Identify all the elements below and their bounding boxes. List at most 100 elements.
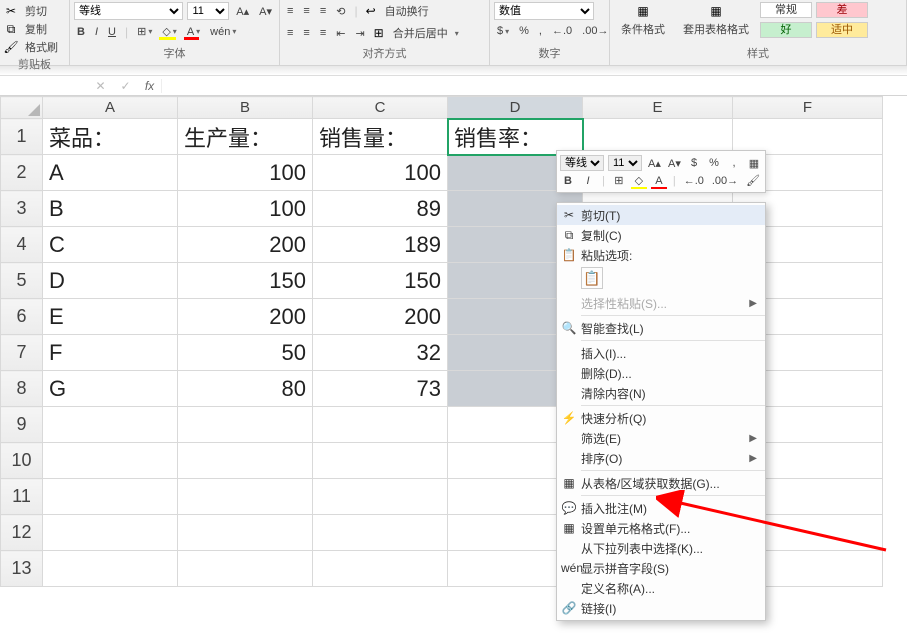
row-header-1[interactable]: 1 — [1, 119, 43, 155]
mini-font-color[interactable]: A — [651, 174, 667, 188]
row-header-11[interactable]: 11 — [1, 479, 43, 515]
mini-percent[interactable]: % — [706, 156, 722, 170]
cell-A7[interactable]: F — [43, 335, 178, 371]
cell-A13[interactable] — [43, 551, 178, 587]
cell-B2[interactable]: 100 — [178, 155, 313, 191]
font-size-select[interactable]: 11 — [187, 2, 229, 20]
col-header-D[interactable]: D — [448, 97, 583, 119]
paste-option-default[interactable]: 📋 — [581, 267, 603, 289]
select-all-corner[interactable] — [1, 97, 43, 119]
col-header-A[interactable]: A — [43, 97, 178, 119]
align-bottom-button[interactable]: ≡ — [317, 4, 329, 18]
row-header-6[interactable]: 6 — [1, 299, 43, 335]
font-name-select[interactable]: 等线 — [74, 2, 183, 20]
ctx-delete[interactable]: 删除(D)... — [557, 363, 765, 383]
cell-C6[interactable]: 200 — [313, 299, 448, 335]
row-header-13[interactable]: 13 — [1, 551, 43, 587]
table-format-button[interactable]: 套用表格格式 — [680, 20, 752, 38]
row-header-10[interactable]: 10 — [1, 443, 43, 479]
row-header-4[interactable]: 4 — [1, 227, 43, 263]
cell-B11[interactable] — [178, 479, 313, 515]
align-center-button[interactable]: ≡ — [300, 26, 312, 40]
ctx-filter[interactable]: 筛选(E)▶ — [557, 428, 765, 448]
cell-A8[interactable]: G — [43, 371, 178, 407]
ctx-copy[interactable]: ⧉复制(C) — [557, 225, 765, 245]
cell-A12[interactable] — [43, 515, 178, 551]
fx-icon[interactable]: fx — [138, 79, 162, 93]
col-header-B[interactable]: B — [178, 97, 313, 119]
decrease-decimal-button[interactable]: .00→ — [579, 24, 611, 38]
mini-font-name[interactable]: 等线 — [560, 155, 604, 171]
cell-B9[interactable] — [178, 407, 313, 443]
increase-indent-button[interactable]: ⇥ — [352, 26, 367, 41]
cell-C5[interactable]: 150 — [313, 263, 448, 299]
cell-C12[interactable] — [313, 515, 448, 551]
phonetic-guide-button[interactable]: wén▾ — [207, 25, 239, 39]
mini-font-size[interactable]: 11 — [608, 155, 642, 171]
orientation-button[interactable]: ⟲ — [333, 4, 348, 19]
mini-fill-color[interactable]: ◇ — [631, 173, 647, 188]
cell-A4[interactable]: C — [43, 227, 178, 263]
increase-font-button[interactable]: A▴ — [233, 4, 252, 19]
cell-A11[interactable] — [43, 479, 178, 515]
ctx-get-data[interactable]: ▦从表格/区域获取数据(G)... — [557, 473, 765, 493]
cell-C7[interactable]: 32 — [313, 335, 448, 371]
cell-C1[interactable]: 销售量： — [313, 119, 448, 155]
ctx-phonetic[interactable]: wén显示拼音字段(S) — [557, 558, 765, 578]
mini-decrease-font[interactable]: A▾ — [666, 156, 682, 171]
mini-currency[interactable]: $ — [686, 156, 702, 170]
cell-B10[interactable] — [178, 443, 313, 479]
decrease-font-button[interactable]: A▾ — [256, 4, 275, 19]
cell-A3[interactable]: B — [43, 191, 178, 227]
cell-A10[interactable] — [43, 443, 178, 479]
ctx-sort[interactable]: 排序(O)▶ — [557, 448, 765, 468]
cell-B7[interactable]: 50 — [178, 335, 313, 371]
mini-borders[interactable]: ⊞ — [611, 173, 627, 188]
cell-B8[interactable]: 80 — [178, 371, 313, 407]
confirm-formula-icon[interactable]: ✓ — [120, 79, 130, 93]
mini-dialog-icon[interactable]: ▦ — [746, 156, 762, 171]
ctx-cut[interactable]: ✂剪切(T) — [557, 205, 765, 225]
cell-A5[interactable]: D — [43, 263, 178, 299]
cell-B6[interactable]: 200 — [178, 299, 313, 335]
row-header-12[interactable]: 12 — [1, 515, 43, 551]
cell-C4[interactable]: 189 — [313, 227, 448, 263]
cell-B1[interactable]: 生产量： — [178, 119, 313, 155]
decrease-indent-button[interactable]: ⇤ — [333, 26, 348, 41]
borders-button[interactable]: ⊞▾ — [134, 24, 155, 39]
cell-B5[interactable]: 150 — [178, 263, 313, 299]
cell-C10[interactable] — [313, 443, 448, 479]
cell-A6[interactable]: E — [43, 299, 178, 335]
ctx-format-cells[interactable]: ▦设置单元格格式(F)... — [557, 518, 765, 538]
mini-increase-font[interactable]: A▴ — [646, 156, 662, 171]
cancel-formula-icon[interactable]: ✕ — [95, 79, 105, 93]
format-painter-button[interactable]: 格式刷 — [22, 38, 61, 56]
row-header-5[interactable]: 5 — [1, 263, 43, 299]
italic-button[interactable]: I — [92, 25, 101, 39]
style-good[interactable]: 好 — [760, 22, 812, 38]
style-normal[interactable]: 常规 — [760, 2, 812, 18]
underline-button[interactable]: U — [105, 25, 119, 39]
cell-C13[interactable] — [313, 551, 448, 587]
ctx-pick-from-list[interactable]: 从下拉列表中选择(K)... — [557, 538, 765, 558]
ctx-insert[interactable]: 插入(I)... — [557, 343, 765, 363]
copy-button[interactable]: 复制 — [22, 20, 50, 38]
style-neutral[interactable]: 适中 — [816, 22, 868, 38]
cell-C8[interactable]: 73 — [313, 371, 448, 407]
align-right-button[interactable]: ≡ — [317, 26, 329, 40]
row-header-2[interactable]: 2 — [1, 155, 43, 191]
align-top-button[interactable]: ≡ — [284, 4, 296, 18]
cell-C3[interactable]: 89 — [313, 191, 448, 227]
increase-decimal-button[interactable]: ←.0 — [549, 24, 575, 38]
row-header-9[interactable]: 9 — [1, 407, 43, 443]
cell-C9[interactable] — [313, 407, 448, 443]
conditional-format-button[interactable]: 条件格式 — [618, 20, 668, 38]
cell-A1[interactable]: 菜品： — [43, 119, 178, 155]
row-header-3[interactable]: 3 — [1, 191, 43, 227]
col-header-F[interactable]: F — [733, 97, 883, 119]
mini-dec-decimal[interactable]: .00→ — [710, 174, 740, 188]
wrap-text-button[interactable]: 自动换行 — [382, 2, 432, 20]
mini-bold[interactable]: B — [560, 174, 576, 188]
ctx-define-name[interactable]: 定义名称(A)... — [557, 578, 765, 598]
ctx-insert-comment[interactable]: 💬插入批注(M) — [557, 498, 765, 518]
